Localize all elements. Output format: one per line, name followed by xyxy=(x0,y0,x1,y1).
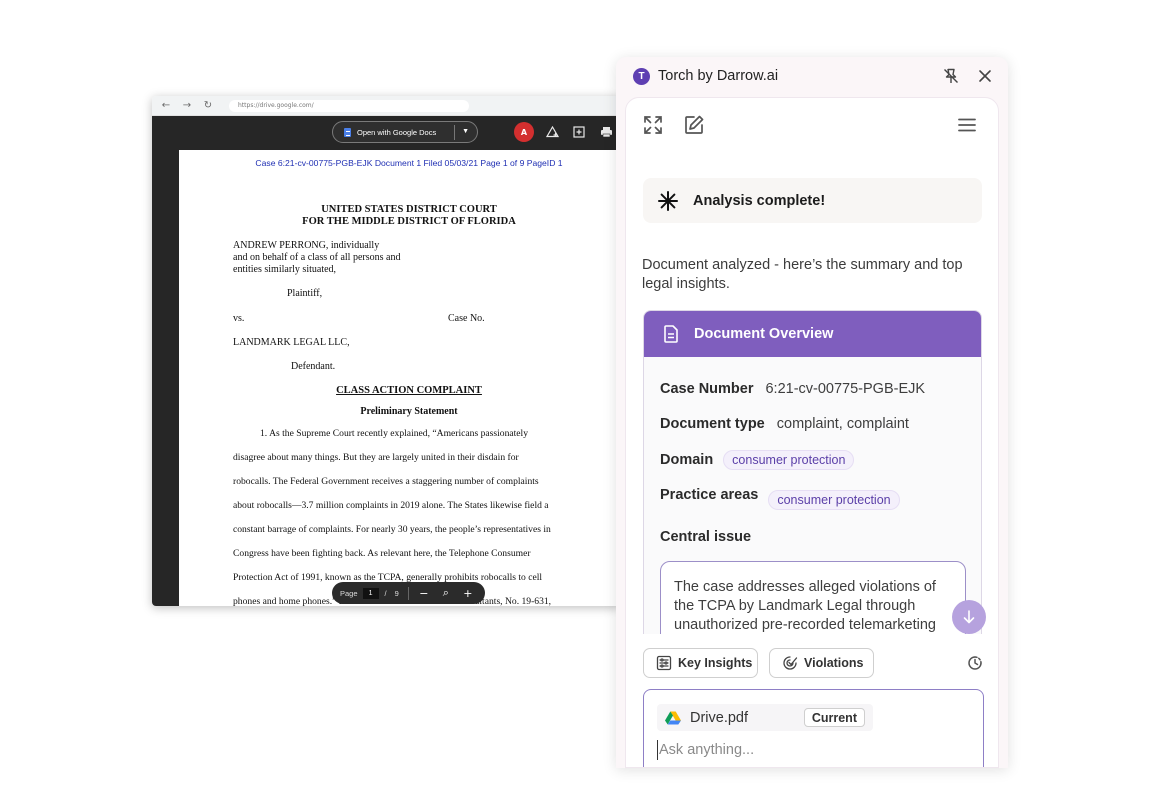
defendant-name: LANDMARK LEGAL LLC, xyxy=(233,337,350,348)
complaint-title: CLASS ACTION COMPLAINT xyxy=(336,385,482,396)
document-type-row: Document type complaint, complaint xyxy=(660,416,909,432)
page-label: Page xyxy=(340,588,358,598)
print-icon[interactable] xyxy=(598,123,614,141)
open-with-google-docs-button[interactable]: Open with Google Docs ▼ xyxy=(332,121,478,143)
central-issue-label: Central issue xyxy=(660,529,752,545)
file-name: Drive.pdf xyxy=(690,709,749,726)
document-icon xyxy=(664,325,678,343)
domain-row: Domain consumer protection xyxy=(660,450,855,470)
domain-label: Domain xyxy=(660,452,714,468)
menu-icon[interactable] xyxy=(956,114,978,136)
case-number-label: Case Number xyxy=(660,381,754,397)
body-line: about robocalls—3.7 million complaints i… xyxy=(233,500,549,511)
history-icon[interactable] xyxy=(966,654,984,672)
pdf-toolbar: Open with Google Docs ▼ A xyxy=(152,116,622,150)
analysis-status-text: Analysis complete! xyxy=(693,192,826,209)
google-docs-icon xyxy=(344,127,351,137)
page-number-input[interactable]: 1 xyxy=(362,587,379,599)
page-navigator: Page 1 / 9 − ⌕ + xyxy=(332,582,485,604)
page-total: 9 xyxy=(394,588,399,598)
unpin-icon[interactable] xyxy=(942,67,960,85)
violations-button[interactable]: Violations xyxy=(769,648,874,678)
document-type-value: complaint, complaint xyxy=(776,416,909,432)
domain-tag: consumer protection xyxy=(723,450,855,470)
torch-panel: T Torch by Darrow.ai Analysis complete! … xyxy=(616,57,1008,768)
bottom-bar: Key Insights Violations Drive.pdf Curren… xyxy=(626,634,998,767)
google-drive-icon xyxy=(665,711,681,724)
central-issue-row: Central issue xyxy=(660,529,751,545)
practice-areas-row: Practice areas consumer protection xyxy=(660,487,900,510)
vs-label: vs. xyxy=(233,313,245,324)
open-with-label: Open with Google Docs xyxy=(357,127,437,137)
document-overview-card: Document Overview Case Number 6:21-cv-00… xyxy=(643,310,982,650)
ask-input[interactable] xyxy=(657,740,967,760)
plaintiff-line: ANDREW PERRONG, individually xyxy=(233,240,380,251)
current-badge: Current xyxy=(803,708,865,727)
pdf-viewer: Open with Google Docs ▼ A Case 6:21-cv-0… xyxy=(152,116,622,606)
body-line: constant barrage of complaints. For near… xyxy=(233,524,551,535)
scroll-down-button[interactable] xyxy=(952,600,986,634)
overview-header: Document Overview xyxy=(644,311,981,357)
pdf-app-icon[interactable]: A xyxy=(514,122,534,142)
overview-title: Document Overview xyxy=(694,326,834,342)
panel-titlebar: T Torch by Darrow.ai xyxy=(616,57,1008,97)
page-separator: / xyxy=(384,588,387,598)
url-field[interactable]: https://drive.google.com/ xyxy=(229,99,469,112)
case-number-row: Case Number 6:21-cv-00775-PGB-EJK xyxy=(660,381,925,397)
body-line: 1. As the Supreme Court recently explain… xyxy=(260,428,529,439)
defendant-label: Defendant. xyxy=(291,361,336,372)
body-line: disagree about many things. But they are… xyxy=(233,452,519,463)
case-number-value: 6:21-cv-00775-PGB-EJK xyxy=(765,381,926,397)
violations-label: Violations xyxy=(804,656,864,670)
zoom-in-icon[interactable]: + xyxy=(461,587,475,600)
case-no-label: Case No. xyxy=(448,313,485,324)
intro-text: Document analyzed - here’s the summary a… xyxy=(642,257,963,292)
panel-content: Analysis complete! Document analyzed - h… xyxy=(625,97,999,768)
torch-logo-icon: T xyxy=(633,68,650,85)
preliminary-statement-title: Preliminary Statement xyxy=(360,406,458,417)
arrow-down-icon xyxy=(963,610,975,624)
edit-icon[interactable] xyxy=(683,114,705,136)
browser-window: ← → ↻ https://drive.google.com/ Open wit… xyxy=(152,96,622,606)
body-line: robocalls. The Federal Government receiv… xyxy=(233,476,539,487)
pdf-page: Case 6:21-cv-00775-PGB-EJK Document 1 Fi… xyxy=(179,150,619,606)
key-insights-label: Key Insights xyxy=(678,656,753,670)
document-type-label: Document type xyxy=(660,416,765,432)
close-icon[interactable] xyxy=(976,67,994,85)
asterisk-icon xyxy=(658,190,678,211)
add-to-drive-icon[interactable] xyxy=(544,123,560,141)
expand-icon[interactable] xyxy=(642,114,664,136)
back-icon[interactable]: ← xyxy=(160,100,172,111)
zoom-out-icon[interactable]: − xyxy=(417,587,431,600)
court-name-line1: UNITED STATES DISTRICT COURT xyxy=(321,204,497,215)
divider xyxy=(454,125,455,140)
practice-area-tag: consumer protection xyxy=(768,490,900,510)
key-insights-button[interactable]: Key Insights xyxy=(643,648,758,678)
reload-icon[interactable]: ↻ xyxy=(202,100,214,111)
chat-composer: Drive.pdf Current xyxy=(643,689,984,767)
panel-title: Torch by Darrow.ai xyxy=(658,68,779,84)
add-comment-icon[interactable] xyxy=(571,123,587,141)
court-name-line2: FOR THE MIDDLE DISTRICT OF FLORIDA xyxy=(302,216,516,227)
forward-icon[interactable]: → xyxy=(181,100,193,111)
plaintiff-label: Plaintiff, xyxy=(287,288,323,299)
divider xyxy=(407,586,409,600)
attached-file-chip[interactable]: Drive.pdf Current xyxy=(657,704,873,731)
sliders-icon xyxy=(656,655,672,671)
plaintiff-line: and on behalf of a class of all persons … xyxy=(233,252,401,263)
chevron-down-icon[interactable]: ▼ xyxy=(462,128,469,135)
body-line: Congress have been fighting back. As rel… xyxy=(233,548,531,559)
plaintiff-line: entities similarly situated, xyxy=(233,264,337,275)
practice-areas-label: Practice areas xyxy=(660,487,759,503)
zoom-icon[interactable]: ⌕ xyxy=(439,586,453,600)
address-bar: ← → ↻ https://drive.google.com/ xyxy=(152,96,622,116)
analysis-status-card: Analysis complete! xyxy=(643,178,982,223)
target-check-icon xyxy=(783,656,798,670)
pdf-case-header: Case 6:21-cv-00775-PGB-EJK Document 1 Fi… xyxy=(255,158,563,168)
